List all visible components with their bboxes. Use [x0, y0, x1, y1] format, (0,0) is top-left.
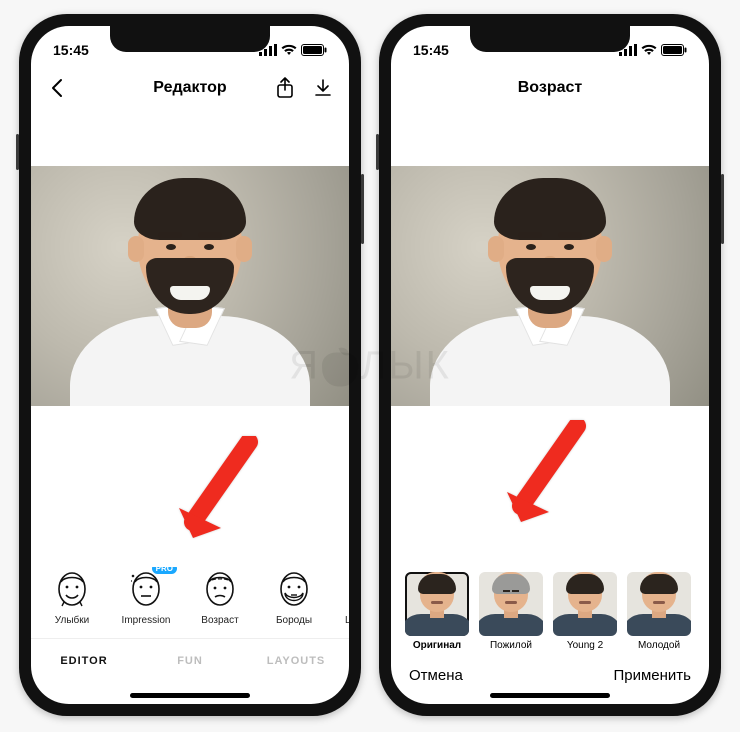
share-button[interactable]: [273, 76, 297, 100]
filter-label: Улыбки: [55, 615, 89, 626]
apply-button[interactable]: Применить: [613, 667, 691, 684]
cancel-button[interactable]: Отмена: [409, 667, 463, 684]
segmented-tabs: EDITOR FUN LAYOUTS: [31, 638, 349, 682]
filter-smiles[interactable]: Улыбки: [43, 567, 101, 626]
status-time: 15:45: [413, 42, 449, 58]
filter-impression[interactable]: PRO Impression: [117, 567, 175, 626]
home-indicator[interactable]: [490, 693, 610, 698]
filter-label: Цвета в: [345, 615, 349, 626]
thumb-label: Оригинал: [413, 640, 461, 651]
phone-right: 15:45 Возраст: [379, 14, 721, 716]
page-title: Возраст: [518, 79, 582, 97]
filter-hair-colors[interactable]: Цвета в: [339, 567, 349, 626]
home-indicator[interactable]: [130, 693, 250, 698]
pro-badge: PRO: [152, 567, 177, 574]
notch: [470, 26, 630, 52]
nav-bar: Редактор: [31, 66, 349, 110]
face-beard-icon: [272, 567, 316, 611]
wifi-icon: [641, 44, 657, 56]
age-option-original[interactable]: Оригинал: [405, 572, 469, 651]
back-button[interactable]: [45, 76, 69, 100]
status-icons: [259, 44, 327, 56]
thumb-image: [405, 572, 469, 636]
filter-age[interactable]: Возраст: [191, 567, 249, 626]
filter-beards[interactable]: Бороды: [265, 567, 323, 626]
nav-bar: Возраст: [391, 66, 709, 110]
status-time: 15:45: [53, 42, 89, 58]
thumb-image: [553, 572, 617, 636]
thumb-image: [479, 572, 543, 636]
annotation-arrow: [171, 436, 261, 546]
tab-layouts[interactable]: LAYOUTS: [243, 639, 349, 682]
battery-icon: [301, 44, 327, 56]
filter-label: Бороды: [276, 615, 312, 626]
tab-editor[interactable]: EDITOR: [31, 639, 137, 682]
page-title: Редактор: [153, 79, 226, 97]
face-age-icon: [198, 567, 242, 611]
age-option-old[interactable]: Пожилой: [479, 572, 543, 651]
filter-label: Impression: [122, 615, 171, 626]
photo-preview[interactable]: [391, 166, 709, 406]
battery-icon: [661, 44, 687, 56]
action-bar: Отмена Применить: [391, 657, 709, 690]
thumb-label: Молодой: [638, 640, 680, 651]
status-icons: [619, 44, 687, 56]
face-haircolor-icon: [341, 567, 349, 611]
tab-fun[interactable]: FUN: [137, 639, 243, 682]
phone-left: 15:45: [19, 14, 361, 716]
age-option-young[interactable]: Молодой: [627, 572, 691, 651]
annotation-arrow: [499, 420, 589, 530]
age-options-row[interactable]: Оригинал Пожилой Young 2: [391, 572, 709, 657]
thumb-label: Young 2: [567, 640, 603, 651]
wifi-icon: [281, 44, 297, 56]
photo-preview[interactable]: [31, 166, 349, 406]
thumb-label: Пожилой: [490, 640, 532, 651]
face-smile-icon: [50, 567, 94, 611]
age-option-young2[interactable]: Young 2: [553, 572, 617, 651]
notch: [110, 26, 270, 52]
filter-label: Возраст: [201, 615, 238, 626]
download-button[interactable]: [311, 76, 335, 100]
filter-row[interactable]: Улыбки PRO Impression Возраст: [31, 567, 349, 630]
thumb-image: [627, 572, 691, 636]
